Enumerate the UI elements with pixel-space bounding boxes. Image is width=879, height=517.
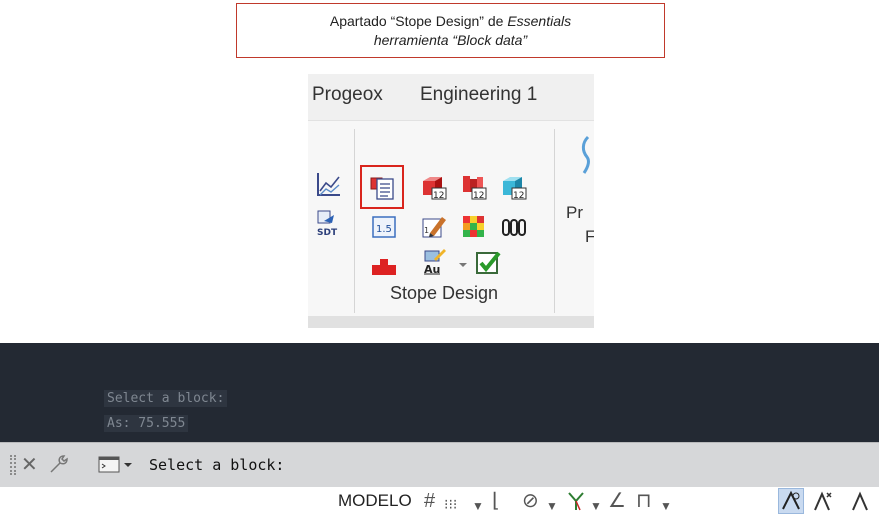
- edit-block-icon[interactable]: 1: [420, 213, 448, 241]
- block-12-icon[interactable]: 12: [420, 173, 448, 201]
- caption-tool: herramienta “Block data”: [373, 32, 528, 48]
- model-space-button[interactable]: MODELO: [338, 491, 412, 511]
- history-line: Select a block:: [104, 390, 228, 407]
- red-block-icon[interactable]: [370, 251, 398, 279]
- svg-text:12: 12: [473, 191, 484, 201]
- caption-line-1: Apartado “Stope Design” de Essentials: [237, 12, 664, 31]
- caption-box: Apartado “Stope Design” de Essentials he…: [236, 3, 665, 58]
- ortho-icon[interactable]: ⌊: [492, 490, 500, 512]
- checkbox-icon[interactable]: [474, 249, 502, 277]
- close-icon[interactable]: ✕: [21, 452, 38, 477]
- stope-design-panel: SDT 12 12 12 1.5 1 Au Stope Design Pr F: [308, 120, 594, 316]
- svg-text:12: 12: [433, 191, 444, 201]
- color-grid-icon[interactable]: [460, 213, 488, 241]
- polar-icon[interactable]: ⊘: [522, 490, 539, 512]
- annotation-scale-button[interactable]: [778, 488, 804, 514]
- panel-separator: [354, 129, 355, 313]
- caption-line-2: herramienta “Block data”: [237, 31, 664, 50]
- osnap-icon[interactable]: [566, 490, 586, 517]
- cut-label-f: F: [585, 227, 594, 246]
- value-1-5-icon[interactable]: 1.5: [370, 213, 398, 241]
- grid-icon[interactable]: #: [424, 490, 435, 512]
- snap-icon[interactable]: ⁝⁝⁝: [444, 493, 457, 515]
- property-icon[interactable]: [578, 135, 594, 175]
- tab-progeox[interactable]: Progeox: [312, 84, 383, 106]
- chart-icon[interactable]: [314, 171, 342, 199]
- workspace-icon[interactable]: ⊓: [636, 490, 652, 512]
- polar-dropdown-icon[interactable]: ▼: [546, 495, 558, 517]
- workspace-dropdown-icon[interactable]: ▼: [660, 495, 672, 517]
- dropdown-arrow-icon[interactable]: [456, 251, 470, 279]
- osnap-dropdown-icon[interactable]: ▼: [590, 495, 602, 517]
- svg-text:Au: Au: [424, 263, 440, 275]
- svg-text:1.5: 1.5: [376, 224, 392, 235]
- block-multi-12-icon[interactable]: 12: [460, 173, 488, 201]
- wrench-icon[interactable]: [48, 453, 70, 480]
- ribbon-tabs: Progeox Engineering 1: [308, 74, 594, 120]
- group-label-stope-design: Stope Design: [390, 283, 499, 303]
- screenshot-root: Apartado “Stope Design” de Essentials he…: [0, 0, 879, 517]
- block-cyan-12-icon[interactable]: 12: [500, 173, 528, 201]
- au-grade-icon[interactable]: Au: [420, 247, 448, 275]
- panel-separator: [554, 129, 555, 313]
- cut-label-pr: Pr: [566, 203, 583, 222]
- command-input[interactable]: Select a block:: [149, 456, 284, 474]
- snap-dropdown-icon[interactable]: ▼: [472, 495, 484, 517]
- ribbon-bottom-edge: [308, 316, 594, 328]
- angle-icon[interactable]: ∠: [608, 490, 626, 512]
- command-line-bar: ✕ Select a block:: [0, 442, 879, 487]
- sdt-export-icon[interactable]: SDT: [314, 209, 342, 237]
- ribbon: Progeox Engineering 1 SDT 12 12 12 1.5 1…: [308, 74, 594, 328]
- drillholes-icon[interactable]: [500, 213, 528, 241]
- svg-text:1: 1: [424, 226, 429, 235]
- history-line: As: 75.555: [104, 415, 189, 432]
- auto-scale-icon[interactable]: [850, 490, 872, 517]
- annotation-visibility-icon[interactable]: [812, 490, 834, 517]
- command-prompt-icon[interactable]: [98, 455, 138, 480]
- drag-grip[interactable]: [10, 455, 16, 475]
- svg-text:SDT: SDT: [317, 228, 338, 237]
- caption-prefix: Apartado “Stope Design” de: [329, 13, 508, 29]
- tab-engineering-1[interactable]: Engineering 1: [420, 84, 537, 106]
- svg-text:12: 12: [513, 191, 524, 201]
- block-data-icon[interactable]: [368, 173, 396, 201]
- status-bar: MODELO # ⁝⁝⁝ ▼ ⌊ ⊘ ▼ ▼ ∠ ⊓ ▼: [0, 487, 879, 517]
- caption-essentials: Essentials: [507, 13, 572, 29]
- command-history: Select a block: As: 75.555: [0, 343, 879, 442]
